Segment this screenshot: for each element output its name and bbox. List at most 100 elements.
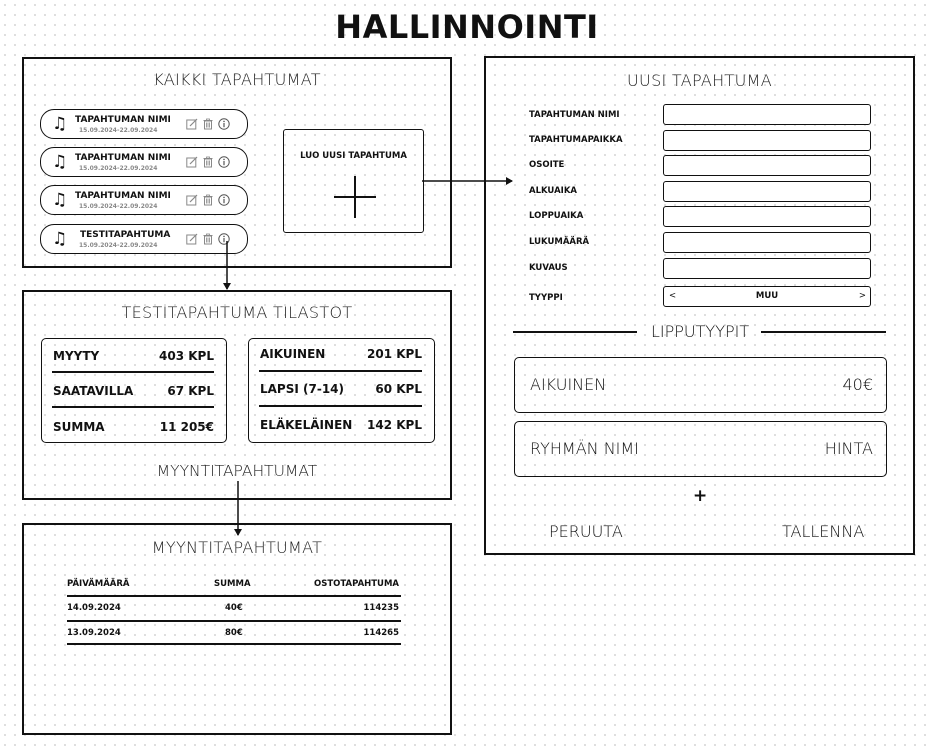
events-panel-title: KAIKKI TAPAHTUMAT xyxy=(153,70,321,89)
table-divider xyxy=(67,595,401,597)
stat-label: SUMMA xyxy=(53,420,105,434)
stat-value: 67 KPL xyxy=(167,384,214,398)
divider xyxy=(259,370,422,372)
music-note-icon: ♫ xyxy=(52,114,68,134)
events-panel: KAIKKI TAPAHTUMAT ♫ TAPAHTUMAN NIMI 15.09.… xyxy=(22,57,452,268)
divider xyxy=(259,405,422,407)
table-cell-date: 14.09.2024 xyxy=(67,603,121,613)
create-event-label: LUO UUSI TAPAHTUMA xyxy=(300,151,407,161)
event-date: 15.09.2024-22.09.2024 xyxy=(79,203,158,210)
info-icon[interactable] xyxy=(218,194,230,206)
new-event-title: UUSI TAPAHTUMA xyxy=(627,71,772,90)
form-label: LUKUMÄÄRÄ xyxy=(529,237,590,247)
trash-icon[interactable] xyxy=(202,194,214,206)
event-date: 15.09.2024-22.09.2024 xyxy=(79,165,158,172)
event-date: 15.09.2024-22.09.2024 xyxy=(79,127,158,134)
form-label: KUVAUS xyxy=(529,263,568,273)
type-select[interactable]: < MUU > xyxy=(663,286,871,307)
trash-icon[interactable] xyxy=(202,156,214,168)
event-item[interactable]: ♫ TESTITAPAHTUMA 15.09.2024-22.09.2024 xyxy=(40,224,248,254)
edit-icon[interactable] xyxy=(186,156,198,168)
column-header-sum: SUMMA xyxy=(214,579,251,589)
stat-value: 60 KPL xyxy=(375,382,422,396)
form-label: ALKUAIKA xyxy=(529,186,577,196)
table-cell-purchase: 114235 xyxy=(363,603,400,613)
save-button[interactable]: TALLENNA xyxy=(782,522,864,541)
sales-link[interactable]: MYYNTITAPAHTUMAT xyxy=(24,462,450,480)
table-divider xyxy=(67,620,401,622)
stat-label: LAPSI (7-14) xyxy=(260,382,345,396)
create-event-button[interactable]: LUO UUSI TAPAHTUMA xyxy=(283,129,424,233)
event-date: 15.09.2024-22.09.2024 xyxy=(79,242,158,249)
form-label: TAPAHTUMAPAIKKA xyxy=(529,135,623,145)
event-item[interactable]: ♫ TAPAHTUMAN NIMI 15.09.2024-22.09.2024 xyxy=(40,147,248,177)
page-title: HALLINNOINTI xyxy=(335,8,599,46)
stat-label: SAATAVILLA xyxy=(53,384,134,398)
stat-value: 403 KPL xyxy=(159,349,214,363)
ticket-type-row[interactable]: AIKUINEN 40€ xyxy=(514,357,887,413)
divider xyxy=(513,331,637,333)
sales-panel: MYYNTITAPAHTUMAT PÄIVÄMÄÄRÄ SUMMA OSTOTA… xyxy=(22,523,452,735)
type-value: MUU xyxy=(755,291,779,301)
table-cell-date: 13.09.2024 xyxy=(67,628,121,638)
stats-summary-box: MYYTY 403 KPL SAATAVILLA 67 KPL SUMMA 11… xyxy=(41,338,227,443)
music-note-icon: ♫ xyxy=(52,229,68,249)
info-icon[interactable] xyxy=(218,156,230,168)
stat-label: MYYTY xyxy=(53,349,100,363)
form-label: TAPAHTUMAN NIMI xyxy=(529,110,620,120)
ticket-types-label: LIPPUTYYPIT xyxy=(651,322,750,341)
new-event-panel: UUSI TAPAHTUMA TAPAHTUMAN NIMI TAPAHTUMAP… xyxy=(484,56,915,555)
stat-label: AIKUINEN xyxy=(260,347,326,361)
form-input[interactable] xyxy=(663,104,871,125)
stats-panel-title: TESTITAPAHTUMA TILASTOT xyxy=(121,303,353,322)
edit-icon[interactable] xyxy=(186,118,198,130)
table-cell-sum: 80€ xyxy=(225,628,243,638)
ticket-type-price: 40€ xyxy=(842,375,873,394)
plus-icon xyxy=(334,176,376,218)
trash-icon[interactable] xyxy=(202,233,214,245)
event-item[interactable]: ♫ TAPAHTUMAN NIMI 15.09.2024-22.09.2024 xyxy=(40,185,248,215)
form-input[interactable] xyxy=(663,232,871,253)
info-icon[interactable] xyxy=(218,233,230,245)
form-input[interactable] xyxy=(663,155,871,176)
form-label-type: TYYPPI xyxy=(529,293,563,303)
music-note-icon: ♫ xyxy=(52,190,68,210)
ticket-type-name: RYHMÄN NIMI xyxy=(530,439,639,458)
ticket-type-name: AIKUINEN xyxy=(530,375,607,394)
divider xyxy=(52,406,214,408)
cancel-button[interactable]: PERUUTA xyxy=(549,522,623,541)
stat-label: ELÄKELÄINEN xyxy=(260,418,353,432)
table-cell-sum: 40€ xyxy=(225,603,243,613)
info-icon[interactable] xyxy=(218,118,230,130)
form-input[interactable] xyxy=(663,258,871,279)
stats-ticket-box: AIKUINEN 201 KPL LAPSI (7-14) 60 KPL ELÄ… xyxy=(248,338,435,443)
event-item[interactable]: ♫ TAPAHTUMAN NIMI 15.09.2024-22.09.2024 xyxy=(40,109,248,139)
ticket-type-row[interactable]: RYHMÄN NIMI HINTA xyxy=(514,421,887,477)
event-name: TAPAHTUMAN NIMI xyxy=(75,115,171,125)
form-input[interactable] xyxy=(663,181,871,202)
add-ticket-type-button[interactable]: + xyxy=(693,486,707,506)
form-label: OSOITE xyxy=(529,160,565,170)
event-name: TESTITAPAHTUMA xyxy=(80,230,171,240)
form-label: LOPPUAIKA xyxy=(529,211,584,221)
sales-panel-title: MYYNTITAPAHTUMAT xyxy=(151,538,323,557)
music-note-icon: ♫ xyxy=(52,152,68,172)
trash-icon[interactable] xyxy=(202,118,214,130)
column-header-purchase: OSTOTAPAHTUMA xyxy=(314,579,399,589)
form-input[interactable] xyxy=(663,130,871,151)
edit-icon[interactable] xyxy=(186,233,198,245)
stat-value: 201 KPL xyxy=(367,347,422,361)
table-cell-purchase: 114265 xyxy=(363,628,400,638)
edit-icon[interactable] xyxy=(186,194,198,206)
divider xyxy=(52,371,214,373)
form-input[interactable] xyxy=(663,206,871,227)
stat-value: 142 KPL xyxy=(367,418,422,432)
event-name: TAPAHTUMAN NIMI xyxy=(75,153,171,163)
stat-value: 11 205€ xyxy=(159,420,214,434)
divider xyxy=(761,331,886,333)
table-divider xyxy=(67,643,401,645)
type-next-button[interactable]: > xyxy=(859,291,866,301)
event-name: TAPAHTUMAN NIMI xyxy=(75,191,171,201)
ticket-type-price: HINTA xyxy=(824,439,873,458)
column-header-date: PÄIVÄMÄÄRÄ xyxy=(67,579,130,589)
